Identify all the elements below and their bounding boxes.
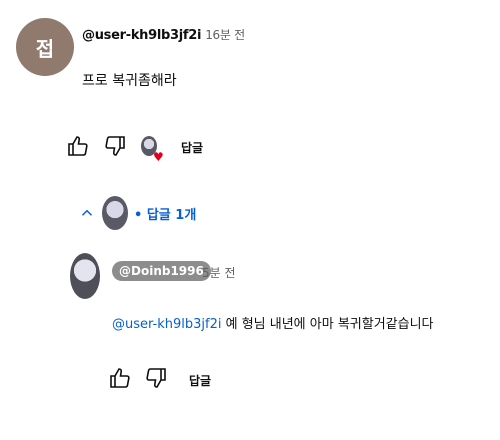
comment-time[interactable]: 16분 전 <box>205 28 245 42</box>
reply-author-badge[interactable]: @Doinb1996 <box>112 261 211 281</box>
thumbs-up-icon <box>68 136 88 156</box>
like-button[interactable] <box>66 134 90 158</box>
thumbs-down-icon <box>146 368 166 388</box>
thumbs-up-icon <box>110 368 130 388</box>
creator-heart: ♥ <box>141 136 164 163</box>
thumbs-down-icon <box>105 136 125 156</box>
reply-body: 예 형님 내년에 아마 복귀할거같습니다 <box>225 317 434 332</box>
comment-author[interactable]: @user-kh9lb3jf2i <box>82 28 201 43</box>
reply-button[interactable]: 답글 <box>181 139 203 156</box>
creator-avatar: ♥ <box>141 136 164 163</box>
reply-preview-avatar <box>102 196 128 230</box>
replies-toggle[interactable]: • 답글 1개 <box>78 196 196 230</box>
reply-reply-button[interactable]: 답글 <box>189 372 211 389</box>
comment-header: @user-kh9lb3jf2i 16분 전 <box>82 26 245 43</box>
reply-mention[interactable]: @user-kh9lb3jf2i <box>112 317 221 332</box>
comment-text: 프로 복귀좀해라 <box>82 73 177 89</box>
reply-like-button[interactable] <box>108 366 132 390</box>
chevron-up-icon <box>81 209 93 216</box>
heart-icon: ♥ <box>153 150 164 164</box>
dislike-button[interactable] <box>103 134 127 158</box>
replies-count: • 답글 1개 <box>134 207 197 223</box>
reply-text: @user-kh9lb3jf2i 예 형님 내년에 아마 복귀할거같습니다 <box>112 313 434 332</box>
reply-avatar[interactable] <box>70 253 100 299</box>
commenter-avatar[interactable]: 접 <box>16 18 74 76</box>
reply-dislike-button[interactable] <box>144 366 168 390</box>
reply-time[interactable]: 5분 전 <box>202 264 236 281</box>
